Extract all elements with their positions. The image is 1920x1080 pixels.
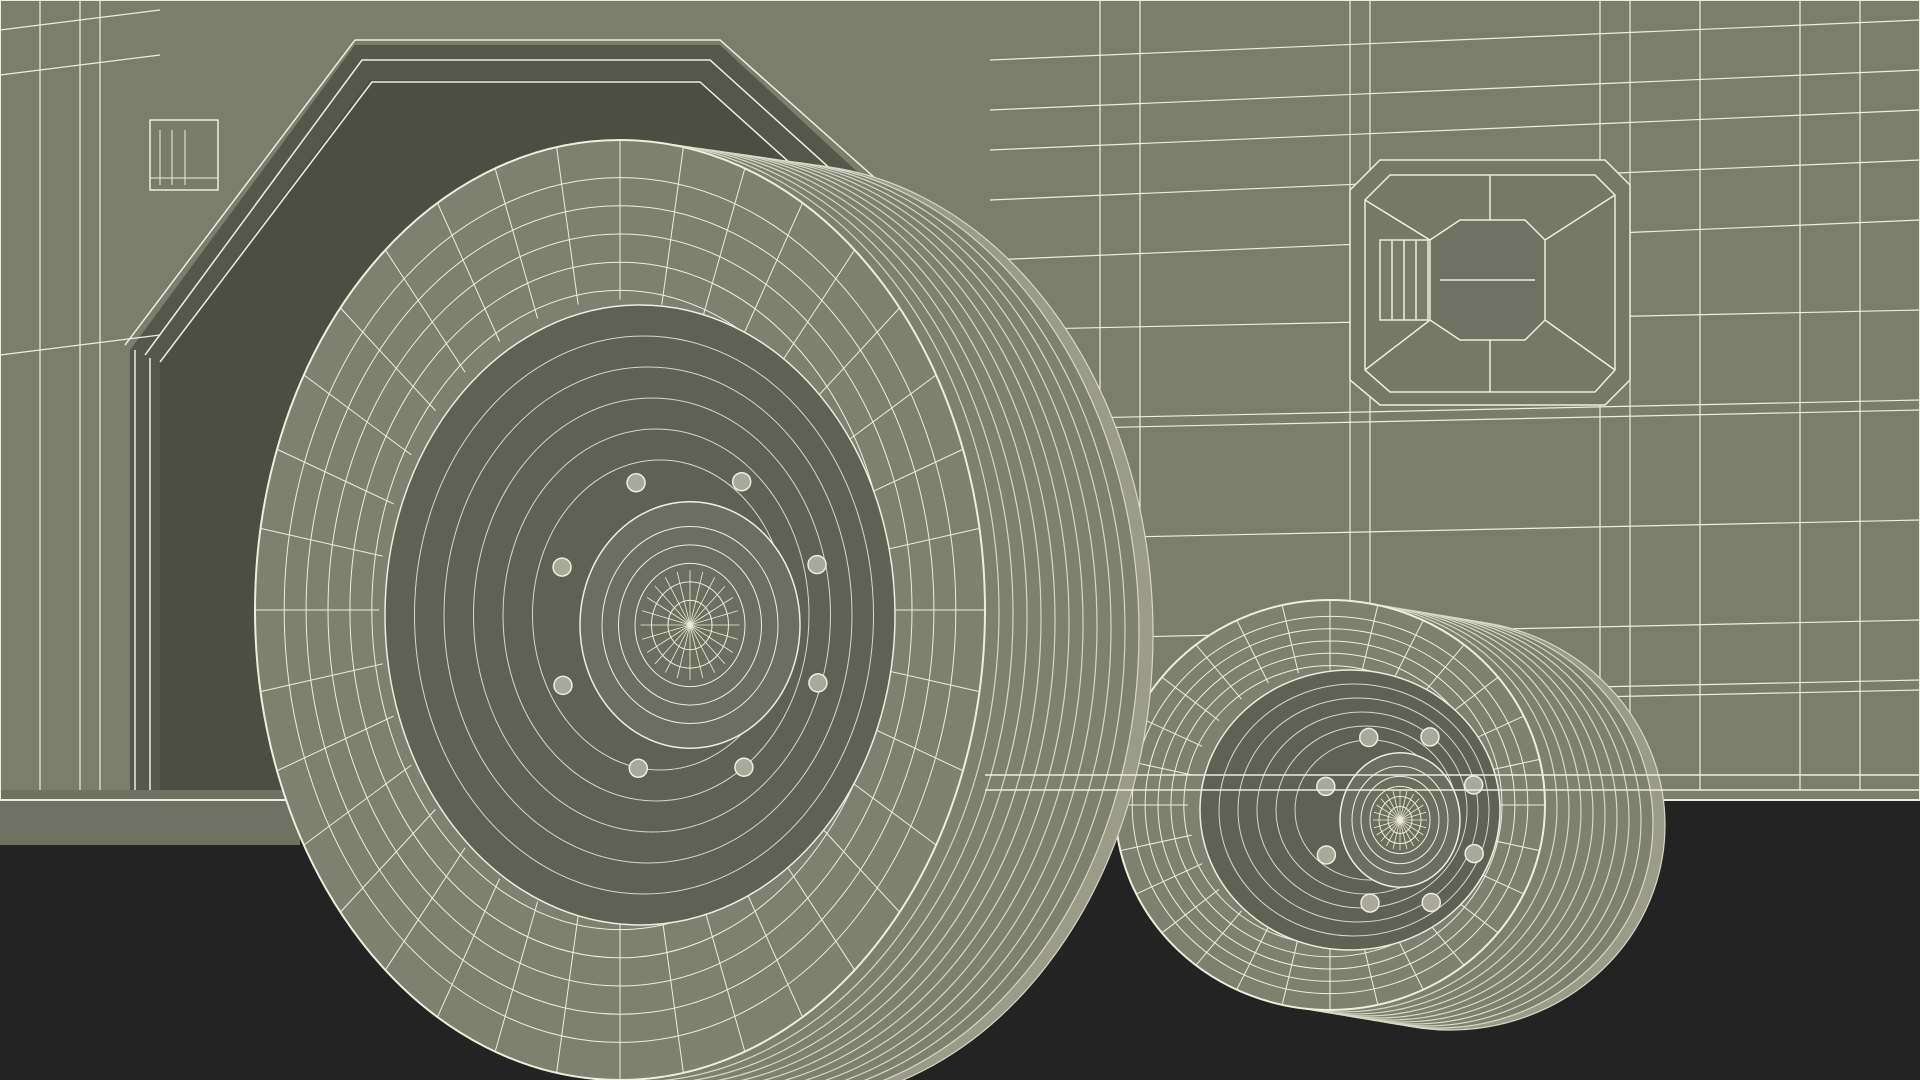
lug-bolt — [1360, 893, 1380, 913]
recessed-panel — [1349, 159, 1631, 406]
lug-bolt — [553, 675, 573, 696]
lug-bolt — [734, 757, 754, 778]
marker-light-left — [149, 119, 219, 191]
wireframe-render — [0, 0, 1920, 1080]
lug-bolt — [626, 472, 646, 493]
lug-bolt — [1420, 727, 1440, 747]
lug-bolt — [1316, 776, 1336, 797]
lug-bolt — [1316, 845, 1337, 865]
lug-bolt — [1421, 892, 1442, 913]
lug-bolt — [807, 554, 827, 575]
lug-bolt — [1463, 775, 1484, 795]
lug-bolt — [628, 758, 649, 779]
front-wheel — [254, 139, 1154, 1080]
lug-bolt — [1464, 843, 1484, 864]
lug-bolt — [731, 471, 752, 492]
lug-bolt — [1358, 727, 1379, 748]
lug-bolt — [552, 557, 572, 577]
lug-bolt — [808, 673, 828, 693]
rear-wheel — [1114, 599, 1666, 1031]
